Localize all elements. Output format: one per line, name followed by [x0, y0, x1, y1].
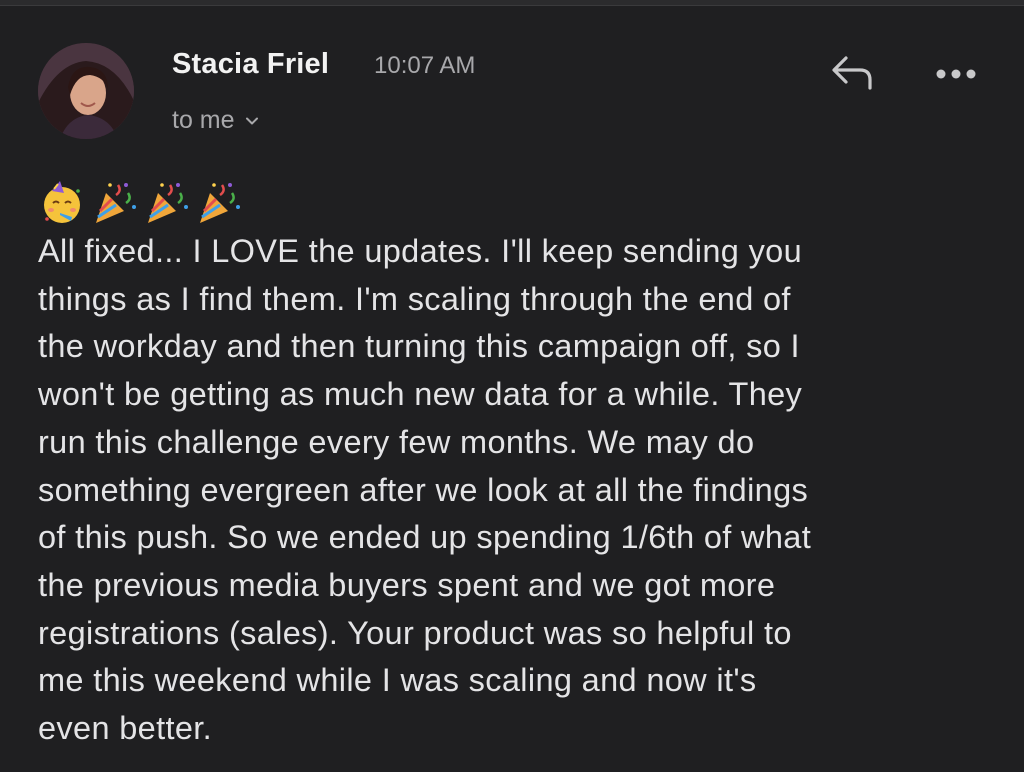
message-body: All fixed... I LOVE the updates. I'll ke…: [38, 233, 812, 747]
top-divider: [0, 0, 1024, 6]
more-options-icon: [936, 69, 976, 79]
chevron-down-icon: [245, 117, 258, 124]
emoji-row: [38, 178, 242, 228]
message-time: 10:07 AM: [374, 52, 476, 79]
more-options-button[interactable]: [932, 60, 980, 88]
sender-name[interactable]: Stacia Friel: [172, 48, 329, 81]
reply-icon: [832, 56, 872, 90]
partying-face-emoji: [44, 181, 80, 223]
reply-button[interactable]: [826, 52, 878, 94]
party-popper-emoji: [148, 183, 188, 223]
recipient-label: to me: [172, 106, 235, 134]
party-popper-emoji: [200, 183, 240, 223]
party-popper-emoji: [96, 183, 136, 223]
recipient-toggle[interactable]: to me: [172, 106, 259, 135]
avatar[interactable]: [38, 43, 134, 139]
